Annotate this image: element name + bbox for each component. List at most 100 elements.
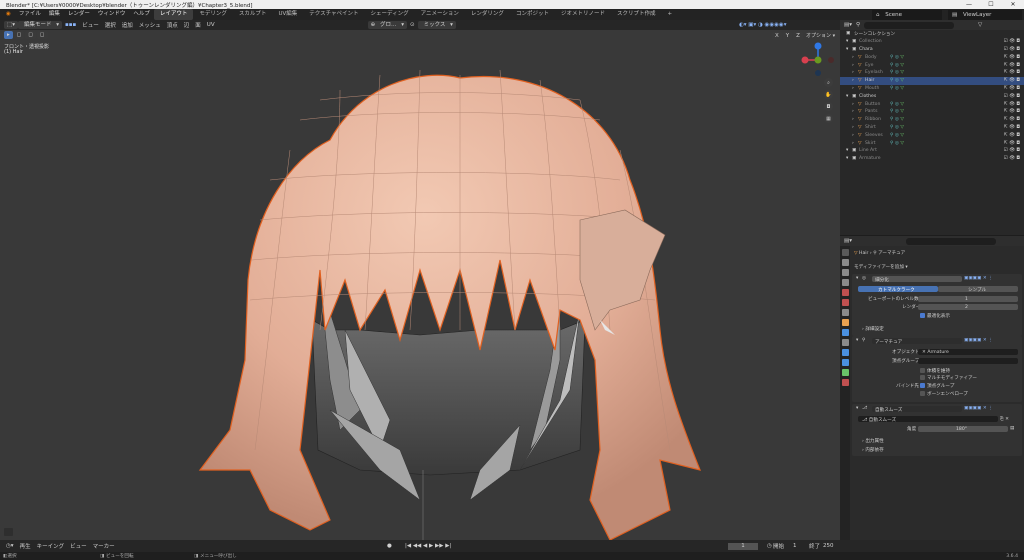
modifier-icons[interactable]: ⚲ ◎ ▽ xyxy=(890,102,904,107)
material-tab-icon[interactable] xyxy=(841,379,849,386)
playback-menu[interactable]: 再生 xyxy=(17,542,34,550)
expand-arrow-icon[interactable]: ▾ xyxy=(846,148,848,153)
visibility-toggles[interactable]: ☑ 👁 ◘ xyxy=(1003,47,1020,52)
menu-help[interactable]: ヘルプ xyxy=(129,9,154,20)
modifier-icons[interactable]: ⚲ ◎ ▽ xyxy=(890,133,904,138)
expand-arrow-icon[interactable]: ▾ xyxy=(846,47,848,52)
3d-viewport[interactable]: フロント・透視投影 (1) Hair ▸ ◻ ◻ ◻ オプション ▾ X Y Z… xyxy=(0,30,840,540)
bind-vgroups-checkbox[interactable]: 頂点グループ xyxy=(920,383,954,389)
tab-animation[interactable]: アニメーション xyxy=(415,9,465,20)
select-menu[interactable]: 選択 xyxy=(102,21,119,29)
levels-viewport-field[interactable] xyxy=(918,296,1018,302)
particles-tab-icon[interactable] xyxy=(841,339,849,346)
data-tab-icon[interactable] xyxy=(841,369,849,376)
smooth-collapse-icon[interactable]: ▾ xyxy=(856,406,858,411)
menu-edit[interactable]: 編集 xyxy=(45,9,64,20)
add-menu[interactable]: 追加 xyxy=(119,21,136,29)
timeline-editor-icon[interactable]: ◷▾ xyxy=(3,543,17,549)
expand-arrow-icon[interactable]: › xyxy=(852,63,854,68)
tab-sculpt[interactable]: スカルプト xyxy=(233,9,273,20)
current-frame-field[interactable]: 1 xyxy=(728,542,758,550)
visibility-toggles[interactable]: ⇱ 👁 ◘ xyxy=(1004,63,1020,68)
physics-tab-icon[interactable] xyxy=(841,349,849,356)
visibility-toggles[interactable]: ⇱ 👁 ◘ xyxy=(1004,125,1020,130)
add-modifier-button[interactable]: モディファイアーを追加 ▾ xyxy=(854,264,908,270)
end-frame-value[interactable]: 250 xyxy=(820,543,837,549)
collection-tab-icon[interactable] xyxy=(841,309,849,316)
menu-window[interactable]: ウィンドウ xyxy=(94,9,130,20)
expand-arrow-icon[interactable]: › xyxy=(852,141,854,146)
visibility-toggles[interactable]: ⇱ 👁 ◘ xyxy=(1004,133,1020,138)
internal-dependencies-toggle[interactable]: › 内部依存 xyxy=(862,447,884,453)
subsurf-advanced-toggle[interactable]: › 詳細設定 xyxy=(862,326,884,332)
scene-tab-icon[interactable] xyxy=(841,289,849,296)
modifier-icons[interactable]: ⚲ ◎ ▽ xyxy=(890,63,904,68)
visibility-toggles[interactable]: ☑ 👁 ◘ xyxy=(1003,94,1020,99)
outliner-row-ribbon[interactable]: › ▽ Ribbon ⚲ ◎ ▽ ⇱ 👁 ◘ xyxy=(840,116,1024,124)
visibility-toggles[interactable]: ⇱ 👁 ◘ xyxy=(1004,55,1020,60)
expand-arrow-icon[interactable]: › xyxy=(852,86,854,91)
expand-arrow-icon[interactable]: ▾ xyxy=(846,156,848,161)
visibility-toggles[interactable]: ⇱ 👁 ◘ xyxy=(1004,141,1020,146)
keying-menu[interactable]: キーイング xyxy=(34,542,68,550)
modifier-icons[interactable]: ⚲ ◎ ▽ xyxy=(890,109,904,114)
outliner-filter-icon[interactable]: ⚲ xyxy=(856,22,860,28)
record-button[interactable]: ● xyxy=(384,543,395,549)
constraints-tab-icon[interactable] xyxy=(841,359,849,366)
outliner-row-skirt[interactable]: › ▽ Skirt ⚲ ◎ ▽ ⇱ 👁 ◘ xyxy=(840,139,1024,147)
mode-selector[interactable]: 編集モード ▾ xyxy=(17,21,62,29)
object-tab-icon[interactable] xyxy=(841,319,849,326)
tab-texture-paint[interactable]: テクスチャペイント xyxy=(303,9,364,20)
world-tab-icon[interactable] xyxy=(841,299,849,306)
outliner-row-clothes[interactable]: ▾ ▣ Clothes ☑ 👁 ◘ xyxy=(840,92,1024,100)
render-tab-icon[interactable] xyxy=(841,259,849,266)
scene-collection-row[interactable]: ▣ シーンコレクション xyxy=(840,30,1024,38)
blender-logo-icon[interactable]: ◉ xyxy=(2,9,15,20)
tab-compositing[interactable]: コンポジット xyxy=(510,9,555,20)
vertex-menu[interactable]: 頂点 xyxy=(164,21,181,29)
expand-arrow-icon[interactable]: › xyxy=(852,125,854,130)
timeline-view-menu[interactable]: ビュー xyxy=(67,542,90,550)
mesh-menu[interactable]: メッシュ xyxy=(136,21,164,29)
outliner-search-input[interactable] xyxy=(864,21,954,29)
expand-arrow-icon[interactable]: › xyxy=(852,117,854,122)
tab-geometry-nodes[interactable]: ジオメトリノード xyxy=(555,9,611,20)
visibility-toggles[interactable]: ☑ 👁 ◘ xyxy=(1003,39,1020,44)
snap-icon[interactable]: ⊙ xyxy=(407,22,418,28)
edge-menu[interactable]: 辺 xyxy=(181,21,193,29)
outliner-row-collection[interactable]: ▾ ▣ Collection ☑ 👁 ◘ xyxy=(840,38,1024,46)
expand-arrow-icon[interactable]: › xyxy=(852,133,854,138)
tab-shading[interactable]: シェーディング xyxy=(365,9,415,20)
modifier-tab-icon[interactable] xyxy=(841,329,849,336)
viewport-corner-icon[interactable] xyxy=(4,528,13,536)
expand-arrow-icon[interactable]: › xyxy=(852,102,854,107)
visibility-toggles[interactable]: ☑ 👁 ◘ xyxy=(1003,156,1020,161)
render-levels-field[interactable] xyxy=(918,304,1018,310)
output-attributes-toggle[interactable]: › 出力属性 xyxy=(862,438,884,444)
tab-layout[interactable]: レイアウト xyxy=(153,9,194,20)
transform-orientation[interactable]: ⊕ グロ… ▾ xyxy=(367,21,407,29)
outliner-editor-icon[interactable]: ▤▾ xyxy=(844,22,852,28)
outliner-filter-funnel-icon[interactable]: ▽ xyxy=(978,22,982,28)
visibility-toggles[interactable]: ⇱ 👁 ◘ xyxy=(1004,78,1020,83)
uv-menu[interactable]: UV xyxy=(204,22,218,28)
tab-modeling[interactable]: モデリング xyxy=(193,9,233,20)
menu-render[interactable]: レンダー xyxy=(64,9,94,20)
armature-collapse-icon[interactable]: ▾ xyxy=(856,338,858,343)
tab-rendering[interactable]: レンダリング xyxy=(465,9,510,20)
visibility-toggles[interactable]: ⇱ 👁 ◘ xyxy=(1004,117,1020,122)
properties-editor-icon[interactable]: ▤▾ xyxy=(844,238,852,244)
outliner-row-body[interactable]: › ▽ Body ⚲ ◎ ▽ ⇱ 👁 ◘ xyxy=(840,53,1024,61)
subsurf-collapse-icon[interactable]: ▾ xyxy=(856,276,858,281)
add-workspace-button[interactable]: + xyxy=(661,9,678,20)
proportional-mix[interactable]: ミックス ▾ xyxy=(417,21,456,29)
outliner-row-eyelash[interactable]: › ▽ Eyelash ⚲ ◎ ▽ ⇱ 👁 ◘ xyxy=(840,69,1024,77)
modifier-icons[interactable]: ⚲ ◎ ▽ xyxy=(890,125,904,130)
outliner-row-line-art[interactable]: ▾ ▣ Line Art ☑ 👁 ◘ xyxy=(840,147,1024,155)
multi-modifier-checkbox[interactable]: マルチモディファイアー xyxy=(920,375,977,381)
modifier-icons[interactable]: ⚲ ◎ ▽ xyxy=(890,55,904,60)
expand-arrow-icon[interactable]: › xyxy=(852,109,854,114)
modifier-icons[interactable]: ⚲ ◎ ▽ xyxy=(890,70,904,75)
modifier-icons[interactable]: ⚲ ◎ ▽ xyxy=(890,86,904,91)
close-button[interactable]: ✕ xyxy=(1002,0,1024,9)
